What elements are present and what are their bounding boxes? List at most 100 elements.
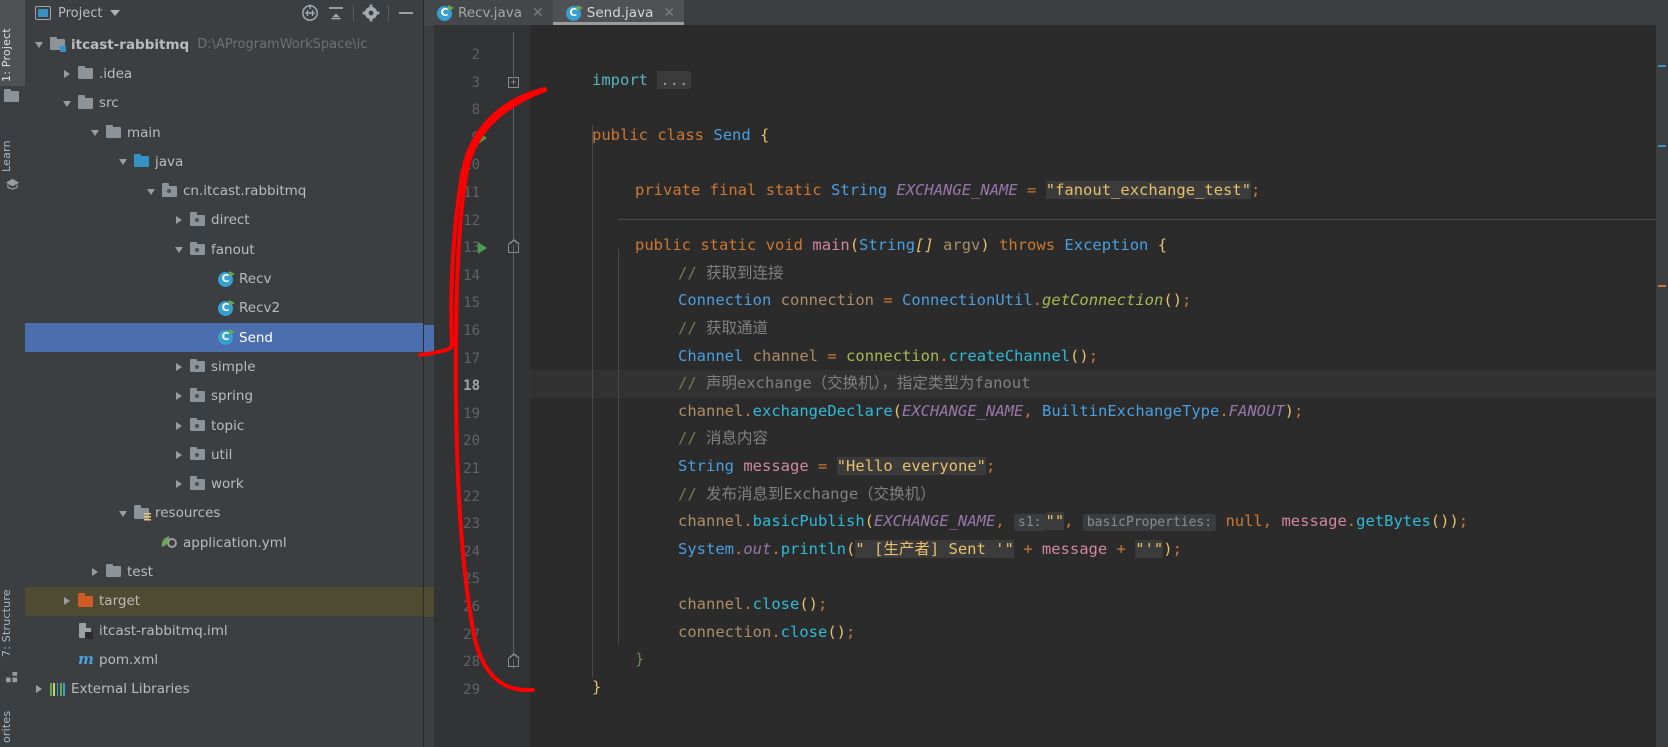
- tree-item-java[interactable]: java: [25, 147, 423, 176]
- code-line-24[interactable]: System.out.println(" [生产者] Sent '" + mes…: [678, 536, 1182, 564]
- marker-tick[interactable]: [1658, 145, 1666, 147]
- tree-right-arrow-icon[interactable]: [33, 683, 46, 696]
- tree-item-simple[interactable]: simple: [25, 352, 423, 381]
- marker-tick[interactable]: [1658, 65, 1666, 67]
- sidebar-item-structure[interactable]: 7: Structure: [0, 551, 25, 661]
- marker-tick[interactable]: [1658, 285, 1666, 287]
- tree-item-work[interactable]: work: [25, 469, 423, 498]
- fold-guide-line[interactable]: [513, 105, 514, 669]
- tree-item-cn-itcast-rabbitmq[interactable]: cn.itcast.rabbitmq: [25, 176, 423, 205]
- code-line-19[interactable]: channel.exchangeDeclare(EXCHANGE_NAME, B…: [678, 398, 1303, 426]
- tree-item-itcast-rabbitmq-iml[interactable]: itcast-rabbitmq.iml: [25, 616, 423, 645]
- tree-right-arrow-icon[interactable]: [61, 67, 74, 80]
- tree-item-send[interactable]: Send: [25, 322, 423, 353]
- tree-item--idea[interactable]: .idea: [25, 59, 423, 88]
- tree-right-arrow-icon[interactable]: [173, 390, 186, 403]
- tree-item-target[interactable]: target: [25, 586, 423, 616]
- tree-down-arrow-icon[interactable]: [61, 97, 74, 110]
- code-line-21[interactable]: String message = "Hello everyone";: [678, 453, 995, 481]
- code-line-18[interactable]: // 声明exchange（交换机），指定类型为fanout: [678, 370, 1030, 398]
- line-number-8: 8: [471, 102, 480, 119]
- code-line-13[interactable]: public static void main(String[] argv) t…: [635, 232, 1167, 260]
- close-icon[interactable]: ✕: [663, 5, 675, 21]
- tree-down-arrow-icon[interactable]: [117, 507, 130, 520]
- tree-right-arrow-icon[interactable]: [61, 595, 74, 608]
- editor-tab-send[interactable]: Send.java ✕: [552, 0, 685, 25]
- code-line-27[interactable]: connection.close();: [678, 619, 855, 647]
- tree-item-spring[interactable]: spring: [25, 382, 423, 411]
- collapse-all-icon[interactable]: [326, 3, 346, 23]
- tree-item-util[interactable]: util: [25, 440, 423, 469]
- fold-import-icon[interactable]: +: [508, 76, 519, 88]
- tree-item-test[interactable]: test: [25, 557, 423, 586]
- tree-item-recv[interactable]: Recv: [25, 264, 423, 293]
- tree-right-arrow-icon[interactable]: [173, 448, 186, 461]
- tree-item-main[interactable]: main: [25, 118, 423, 147]
- code-line-26[interactable]: channel.close();: [678, 591, 827, 619]
- code-line-23[interactable]: channel.basicPublish(EXCHANGE_NAME, s1: "…: [678, 508, 1468, 536]
- fold-method-end-icon[interactable]: [508, 239, 520, 254]
- close-icon[interactable]: ✕: [532, 5, 544, 21]
- tree-right-arrow-icon[interactable]: [173, 214, 186, 227]
- sidebar-item-project[interactable]: 1: Project: [0, 0, 25, 86]
- hide-minimize-icon[interactable]: [396, 3, 416, 23]
- tree-item-external-libraries[interactable]: External Libraries: [25, 675, 423, 704]
- line-number-27: 27: [463, 626, 480, 643]
- tree-item-application-yml[interactable]: application.yml: [25, 528, 423, 557]
- tree-item-recv2[interactable]: Recv2: [25, 294, 423, 323]
- tree-right-arrow-icon[interactable]: [89, 565, 102, 578]
- tree-down-arrow-icon[interactable]: [117, 155, 130, 168]
- tree-item-label: src: [99, 95, 119, 112]
- tree-right-arrow-icon[interactable]: [173, 360, 186, 373]
- tree-down-arrow-icon[interactable]: [33, 38, 46, 51]
- settings-gear-icon[interactable]: [361, 3, 381, 23]
- tree-item-itcast-rabbitmq[interactable]: itcast-rabbitmq D:\AProgramWorkSpace\ic: [25, 30, 423, 59]
- ide-window: 1: Project Learn 7: Structure orites Pro…: [0, 0, 1668, 747]
- tree-down-arrow-icon[interactable]: [173, 243, 186, 256]
- editor-tab-recv[interactable]: Recv.java ✕: [424, 0, 553, 25]
- locate-target-icon[interactable]: [300, 3, 320, 23]
- toolbar-divider-2: [388, 5, 389, 21]
- code-line-16[interactable]: // 获取通道: [678, 315, 768, 343]
- project-tree[interactable]: itcast-rabbitmq D:\AProgramWorkSpace\ic .i…: [25, 26, 423, 747]
- code-line-28[interactable]: }: [635, 646, 644, 674]
- chevron-down-icon[interactable]: [110, 10, 121, 16]
- project-folder-icon: [4, 88, 21, 103]
- java-class-runnable-icon: [217, 329, 235, 346]
- code-line-9[interactable]: public class Send {: [592, 122, 769, 150]
- tree-right-arrow-icon[interactable]: [173, 478, 186, 491]
- tree-right-arrow-icon[interactable]: [173, 419, 186, 432]
- code-line-17[interactable]: Channel channel = connection.createChann…: [678, 343, 1098, 371]
- editor-gutter[interactable]: 2 3 8 9 10 11 12 13 14 15 16 17 18 19 20 21 22 23 24 25 26 27…: [434, 25, 530, 747]
- code-line-29[interactable]: }: [592, 674, 601, 702]
- tree-item-resources[interactable]: resources: [25, 499, 423, 528]
- run-method-gutter-icon[interactable]: [478, 242, 487, 255]
- fold-class-end-icon[interactable]: [508, 653, 520, 668]
- tree-item-pom-xml[interactable]: m pom.xml: [25, 645, 423, 674]
- tree-item-fanout[interactable]: fanout: [25, 235, 423, 264]
- code-line-20[interactable]: // 消息内容: [678, 425, 768, 453]
- tree-item-label: itcast-rabbitmq: [71, 36, 190, 53]
- code-view[interactable]: import ... public class Send { private fin…: [530, 25, 1656, 747]
- folder-icon: [105, 563, 122, 580]
- tree-down-arrow-icon[interactable]: [145, 185, 158, 198]
- tree-down-arrow-icon[interactable]: [89, 126, 102, 139]
- structure-icon: [6, 672, 18, 683]
- line-number-28: 28: [463, 654, 480, 671]
- run-class-gutter-icon[interactable]: [478, 131, 487, 144]
- tree-item-direct[interactable]: direct: [25, 206, 423, 235]
- code-line-15[interactable]: Connection connection = ConnectionUtil.g…: [678, 287, 1191, 315]
- sidebar-item-learn[interactable]: Learn: [0, 116, 25, 176]
- code-line-3[interactable]: import ...: [592, 67, 692, 95]
- fold-guide-line[interactable]: [513, 32, 514, 77]
- editor-marker-bar[interactable]: [1656, 25, 1668, 747]
- code-line-22[interactable]: // 发布消息到Exchange（交换机）: [678, 481, 936, 509]
- code-line-11[interactable]: private final static String EXCHANGE_NAM…: [635, 177, 1260, 205]
- tree-item-topic[interactable]: topic: [25, 411, 423, 440]
- code-line-14[interactable]: // 获取到连接: [678, 260, 784, 288]
- tree-item-src[interactable]: src: [25, 89, 423, 118]
- sidebar-item-favorites[interactable]: orites: [0, 692, 25, 747]
- line-number-10: 10: [463, 157, 480, 174]
- java-class-runnable-icon: [436, 4, 454, 21]
- excluded-folder-icon: [77, 593, 94, 610]
